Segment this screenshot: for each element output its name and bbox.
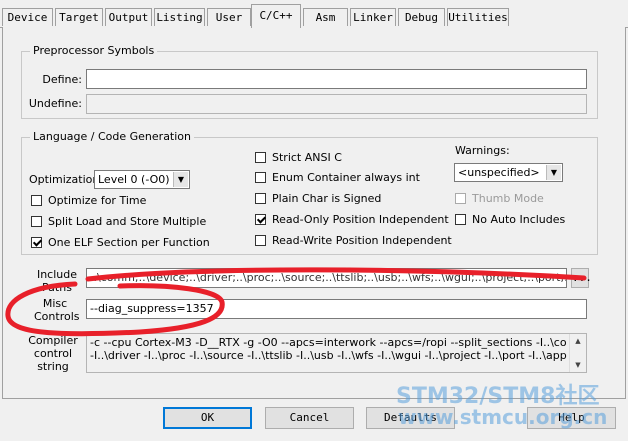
checkbox-box xyxy=(455,193,466,204)
tab-utilities[interactable]: Utilities xyxy=(447,8,509,26)
optimization-label: Optimization: xyxy=(29,173,104,186)
define-input[interactable] xyxy=(86,69,587,89)
optimization-value: Level 0 (-O0) xyxy=(98,173,170,186)
chevron-down-icon: ▼ xyxy=(546,165,561,180)
tab-user[interactable]: User xyxy=(207,8,251,26)
checkbox-checked-icon xyxy=(31,237,42,248)
undefine-label: Undefine: xyxy=(28,97,82,110)
checkbox-box xyxy=(255,152,266,163)
cancel-button[interactable]: Cancel xyxy=(265,407,354,429)
watermark-line-2: www.stmcu.org.cn xyxy=(398,405,608,429)
optimize-time-checkbox[interactable]: Optimize for Time xyxy=(31,194,146,207)
thumb-mode-label: Thumb Mode xyxy=(472,192,544,205)
checkbox-box xyxy=(455,214,466,225)
compiler-string-line-2: -I..\driver -I..\proc -I..\source -I..\t… xyxy=(90,349,567,362)
split-load-checkbox[interactable]: Split Load and Store Multiple xyxy=(31,215,206,228)
include-paths-input[interactable]: ..\comm;..\device;..\driver;..\proc;..\s… xyxy=(86,268,567,288)
ro-position-independent-checkbox[interactable]: Read-Only Position Independent xyxy=(255,213,449,226)
strict-ansi-checkbox[interactable]: Strict ANSI C xyxy=(255,151,342,164)
rw-position-independent-label: Read-Write Position Independent xyxy=(272,234,452,247)
optimization-select[interactable]: Level 0 (-O0) ▼ xyxy=(94,170,190,189)
one-elf-label: One ELF Section per Function xyxy=(48,236,210,249)
language-group-title: Language / Code Generation xyxy=(30,130,195,143)
warnings-select[interactable]: <unspecified> ▼ xyxy=(454,163,563,182)
strict-ansi-label: Strict ANSI C xyxy=(272,151,342,164)
include-paths-browse-button[interactable]: ... xyxy=(571,268,592,288)
checkbox-box xyxy=(255,235,266,246)
misc-controls-input[interactable]: --diag_suppress=1357 xyxy=(86,299,587,319)
compiler-string-box[interactable]: -c --cpu Cortex-M3 -D__RTX -g -O0 --apcs… xyxy=(86,333,587,373)
thumb-mode-checkbox[interactable]: Thumb Mode xyxy=(455,192,544,205)
ok-button[interactable]: OK xyxy=(163,407,252,429)
checkbox-checked-icon xyxy=(255,214,266,225)
preprocessor-group-title: Preprocessor Symbols xyxy=(30,44,158,57)
enum-container-label: Enum Container always int xyxy=(272,171,420,184)
checkbox-box xyxy=(255,172,266,183)
tab-bar: Device Target Output Listing User C/C++ … xyxy=(0,0,628,28)
no-auto-includes-label: No Auto Includes xyxy=(472,213,566,226)
tab-device[interactable]: Device xyxy=(2,8,53,26)
compiler-string-label: Compiler control string xyxy=(28,334,78,373)
misc-controls-label: Misc Controls xyxy=(34,297,80,323)
tab-output[interactable]: Output xyxy=(105,8,152,26)
plain-char-label: Plain Char is Signed xyxy=(272,192,382,205)
undefine-input[interactable] xyxy=(86,94,587,114)
optimize-time-label: Optimize for Time xyxy=(48,194,147,207)
tab-listing[interactable]: Listing xyxy=(154,8,205,26)
enum-container-checkbox[interactable]: Enum Container always int xyxy=(255,171,420,184)
tab-c-cpp[interactable]: C/C++ xyxy=(251,4,301,28)
scroll-down-icon[interactable]: ▼ xyxy=(570,358,586,372)
no-auto-includes-checkbox[interactable]: No Auto Includes xyxy=(455,213,565,226)
include-paths-label: Include Paths xyxy=(36,268,78,294)
ro-position-independent-label: Read-Only Position Independent xyxy=(272,213,449,226)
scroll-up-icon[interactable]: ▲ xyxy=(570,334,586,348)
tab-linker[interactable]: Linker xyxy=(350,8,396,26)
warnings-label: Warnings: xyxy=(455,144,510,157)
plain-char-checkbox[interactable]: Plain Char is Signed xyxy=(255,192,381,205)
checkbox-box xyxy=(31,195,42,206)
tab-debug[interactable]: Debug xyxy=(398,8,445,26)
one-elf-checkbox[interactable]: One ELF Section per Function xyxy=(31,236,210,249)
split-load-label: Split Load and Store Multiple xyxy=(48,215,207,228)
tab-target[interactable]: Target xyxy=(55,8,103,26)
checkbox-box xyxy=(255,193,266,204)
checkbox-box xyxy=(31,216,42,227)
tab-asm[interactable]: Asm xyxy=(303,8,348,26)
rw-position-independent-checkbox[interactable]: Read-Write Position Independent xyxy=(255,234,452,247)
warnings-value: <unspecified> xyxy=(458,166,540,179)
define-label: Define: xyxy=(42,73,82,86)
compiler-string-scrollbar[interactable]: ▲ ▼ xyxy=(569,334,586,372)
compiler-string-line-1: -c --cpu Cortex-M3 -D__RTX -g -O0 --apcs… xyxy=(90,336,567,349)
chevron-down-icon: ▼ xyxy=(173,172,188,187)
